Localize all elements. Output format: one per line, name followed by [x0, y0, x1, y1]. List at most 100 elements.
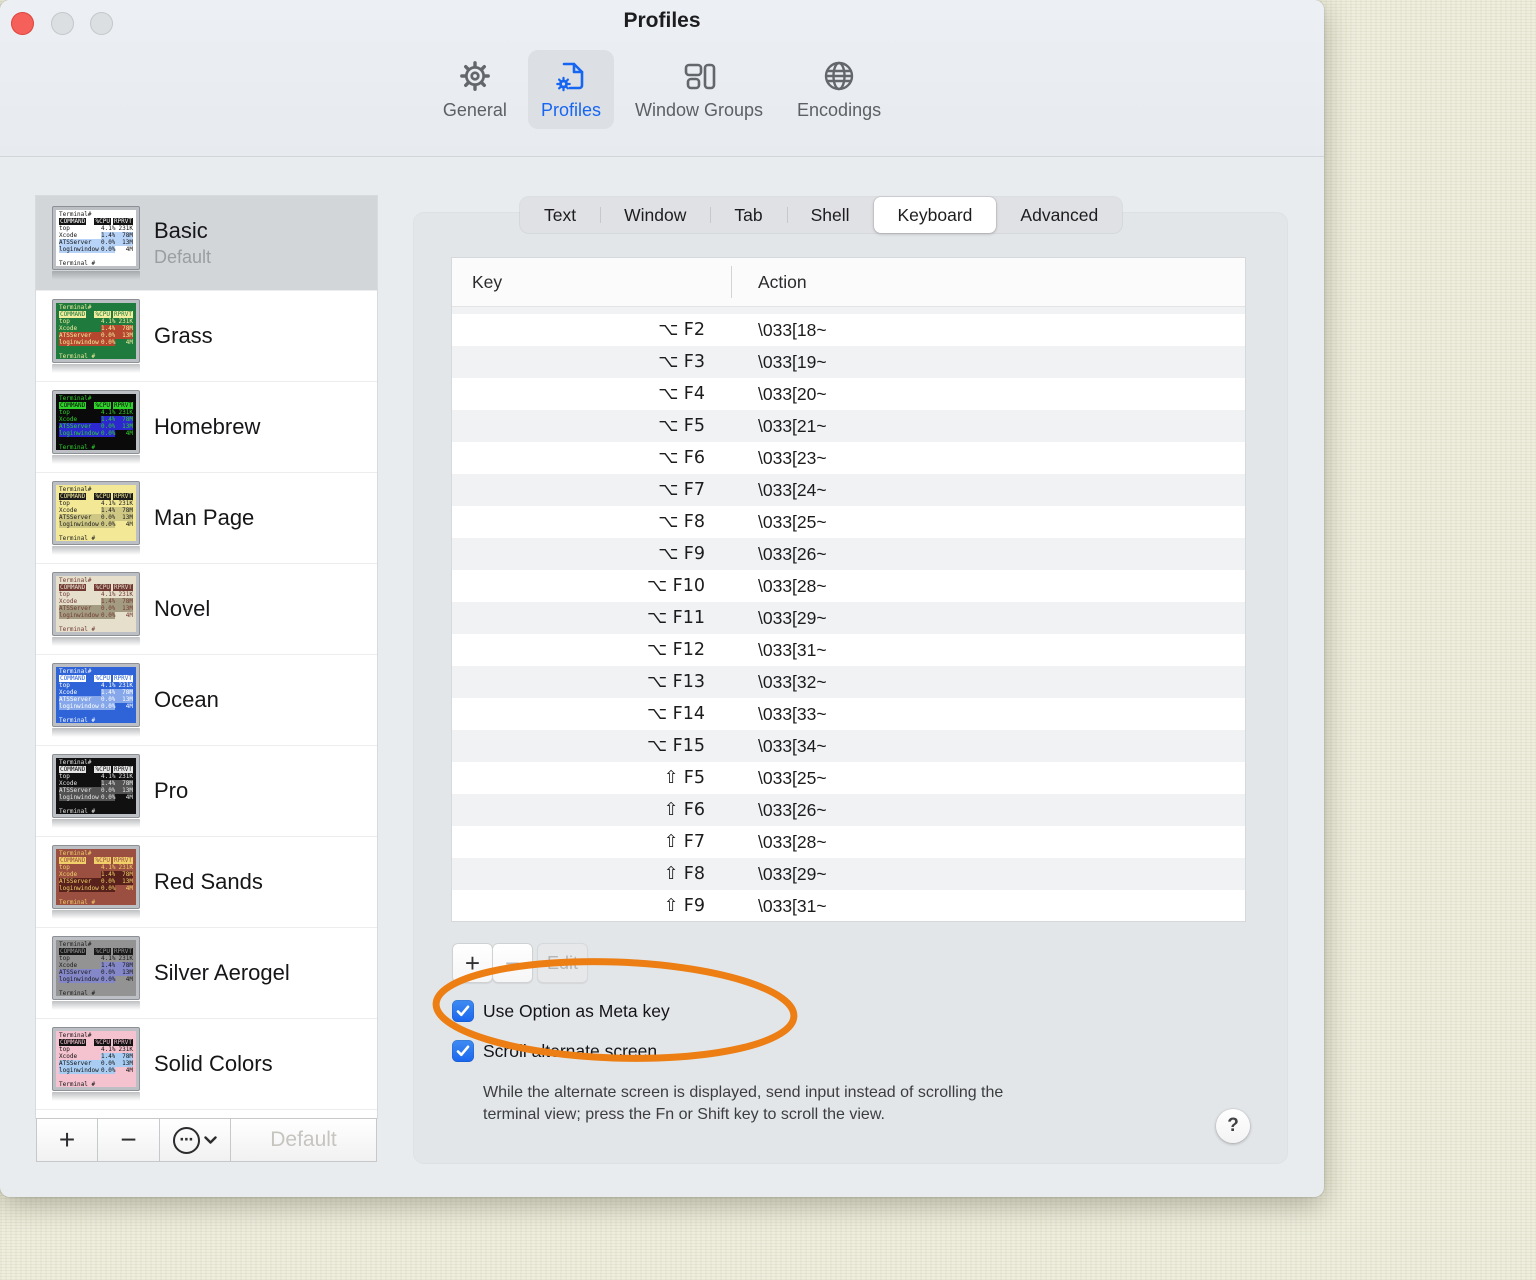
- remove-keybinding-button[interactable]: −: [492, 943, 533, 983]
- keybinding-row[interactable]: ⌥ F13 \033[32~: [452, 666, 1245, 698]
- keybindings-table[interactable]: Key Action ⌥ F2 \033[18~ ⌥ F3 \033[19~ ⌥…: [452, 258, 1245, 921]
- profile-list-item-pro[interactable]: Terminal# COMMAND %CPU RPRVT top 4.1% 231K Xcod…: [36, 746, 377, 837]
- action-cell: \033[26~: [758, 543, 827, 564]
- profile-list-item-ocean[interactable]: Terminal# COMMAND %CPU RPRVT top 4.1% 231K Xcod…: [36, 655, 377, 746]
- toolbar-item-encodings[interactable]: Encodings: [784, 50, 894, 129]
- key-cell: ⌥ F13: [646, 672, 705, 692]
- tab-tab[interactable]: Tab: [710, 197, 786, 233]
- profile-list-item-man-page[interactable]: Terminal# COMMAND %CPU RPRVT top 4.1% 231K Xcod…: [36, 473, 377, 564]
- toolbar-item-window-groups[interactable]: Window Groups: [622, 50, 776, 129]
- window-title: Profiles: [623, 9, 701, 32]
- action-cell: \033[31~: [758, 639, 827, 660]
- keybinding-row[interactable]: ⌥ F7 \033[24~: [452, 474, 1245, 506]
- keyboard-tab-pane: Key Action ⌥ F2 \033[18~ ⌥ F3 \033[19~ ⌥…: [414, 213, 1287, 1163]
- keybinding-row[interactable]: ⌥ F2 \033[18~: [452, 314, 1245, 346]
- keybinding-row[interactable]: ⌥ F8 \033[25~: [452, 506, 1245, 538]
- key-cell: ⌥ F12: [646, 640, 705, 660]
- action-cell: \033[18~: [758, 319, 827, 340]
- keybinding-rows: ⌥ F2 \033[18~ ⌥ F3 \033[19~ ⌥ F4 \033[20…: [452, 314, 1245, 921]
- tab-text[interactable]: Text: [520, 197, 600, 233]
- checkbox-checked-icon[interactable]: [452, 1040, 474, 1062]
- keybinding-row[interactable]: ⌥ F10 \033[28~: [452, 570, 1245, 602]
- gear-icon: [456, 57, 494, 95]
- alternate-screen-help-text: While the alternate screen is displayed,…: [483, 1084, 1004, 1123]
- terminal-preview: Terminal# COMMAND %CPU RPRVT top 4.1% 231K Xcod…: [56, 849, 136, 905]
- key-cell: ⌥ F10: [646, 576, 705, 596]
- profile-name: Ocean: [154, 687, 219, 712]
- key-cell: ⌥ F9: [658, 544, 705, 564]
- keybinding-row[interactable]: ⌥ F5 \033[21~: [452, 410, 1245, 442]
- profile-list[interactable]: Terminal# COMMAND %CPU RPRVT top 4.1% 231K Xcod…: [36, 196, 377, 1118]
- action-cell: \033[29~: [758, 607, 827, 628]
- profile-thumbnail: Terminal# COMMAND %CPU RPRVT top 4.1% 231K Xcod…: [52, 572, 140, 636]
- add-profile-button[interactable]: +: [37, 1119, 98, 1161]
- keybinding-row[interactable]: ⌥ F15 \033[34~: [452, 730, 1245, 762]
- profile-thumbnail: Terminal# COMMAND %CPU RPRVT top 4.1% 231K Xcod…: [52, 936, 140, 1000]
- tab-keyboard[interactable]: Keyboard: [873, 197, 997, 233]
- key-cell: ⌥ F5: [658, 416, 705, 436]
- edit-keybinding-button[interactable]: Edit: [537, 943, 588, 983]
- profile-list-item-solid-colors[interactable]: Terminal# COMMAND %CPU RPRVT top 4.1% 231K Xcod…: [36, 1019, 377, 1110]
- toolbar-label: Encodings: [797, 100, 882, 120]
- keybinding-row[interactable]: ⇧ F6 \033[26~: [452, 794, 1245, 826]
- key-cell: ⇧ F5: [663, 768, 705, 788]
- key-cell: ⌥ F7: [658, 480, 705, 500]
- partially-scrolled-row: [452, 307, 1245, 314]
- remove-profile-button[interactable]: −: [98, 1119, 160, 1161]
- profile-thumbnail: Terminal# COMMAND %CPU RPRVT top 4.1% 231K Xcod…: [52, 390, 140, 454]
- column-divider: [731, 266, 732, 298]
- keybinding-row[interactable]: ⇧ F9 \033[31~: [452, 890, 1245, 921]
- profile-list-item-red-sands[interactable]: Terminal# COMMAND %CPU RPRVT top 4.1% 231K Xcod…: [36, 837, 377, 928]
- key-cell: ⌥ F14: [646, 704, 705, 724]
- thumbnail-reflection: [52, 1092, 140, 1101]
- keybinding-row[interactable]: ⌥ F14 \033[33~: [452, 698, 1245, 730]
- table-header: Key Action: [452, 258, 1245, 307]
- profile-list-item-grass[interactable]: Terminal# COMMAND %CPU RPRVT top 4.1% 231K Xcod…: [36, 291, 377, 382]
- document-gear-icon: [552, 57, 590, 95]
- set-default-button[interactable]: Default: [231, 1119, 376, 1161]
- thumbnail-reflection: [52, 546, 140, 555]
- profile-actions-menu-button[interactable]: ⋯: [160, 1119, 231, 1161]
- key-cell: ⇧ F8: [663, 864, 705, 884]
- terminal-preview: Terminal# COMMAND %CPU RPRVT top 4.1% 231K Xcod…: [56, 1031, 136, 1087]
- action-cell: \033[20~: [758, 383, 827, 404]
- key-column-header: Key: [472, 271, 503, 292]
- profile-name: Solid Colors: [154, 1051, 273, 1076]
- add-keybinding-button[interactable]: +: [452, 943, 493, 983]
- profile-list-item-homebrew[interactable]: Terminal# COMMAND %CPU RPRVT top 4.1% 231K Xcod…: [36, 382, 377, 473]
- profile-list-item-novel[interactable]: Terminal# COMMAND %CPU RPRVT top 4.1% 231K Xcod…: [36, 564, 377, 655]
- profile-name: Grass: [154, 323, 213, 348]
- terminal-preview: Terminal# COMMAND %CPU RPRVT top 4.1% 231K Xcod…: [56, 940, 136, 996]
- keybinding-row[interactable]: ⇧ F5 \033[25~: [452, 762, 1245, 794]
- tab-window[interactable]: Window: [600, 197, 710, 233]
- keybinding-row[interactable]: ⌥ F3 \033[19~: [452, 346, 1245, 378]
- scroll-alternate-screen-checkbox-row[interactable]: Scroll alternate screen: [452, 1039, 657, 1063]
- tab-advanced[interactable]: Advanced: [996, 197, 1122, 233]
- keybinding-row[interactable]: ⇧ F8 \033[29~: [452, 858, 1245, 890]
- toolbar-item-general[interactable]: General: [430, 50, 520, 129]
- keybinding-row[interactable]: ⌥ F12 \033[31~: [452, 634, 1245, 666]
- profile-list-item-basic[interactable]: Terminal# COMMAND %CPU RPRVT top 4.1% 231K Xcod…: [36, 196, 377, 291]
- checkbox-checked-icon[interactable]: [452, 1000, 474, 1022]
- action-column-header: Action: [758, 271, 807, 292]
- keybinding-row[interactable]: ⌥ F6 \033[23~: [452, 442, 1245, 474]
- profile-name: Silver Aerogel: [154, 960, 290, 985]
- profile-list-item-silver-aerogel[interactable]: Terminal# COMMAND %CPU RPRVT top 4.1% 231K Xcod…: [36, 928, 377, 1019]
- terminal-preview: Terminal# COMMAND %CPU RPRVT top 4.1% 231K Xcod…: [56, 210, 136, 266]
- terminal-preview: Terminal# COMMAND %CPU RPRVT top 4.1% 231K Xcod…: [56, 394, 136, 450]
- key-cell: ⌥ F6: [658, 448, 705, 468]
- thumbnail-reflection: [52, 271, 140, 280]
- terminal-preview: Terminal# COMMAND %CPU RPRVT top 4.1% 231K Xcod…: [56, 485, 136, 541]
- keybinding-row[interactable]: ⇧ F7 \033[28~: [452, 826, 1245, 858]
- keybinding-row[interactable]: ⌥ F4 \033[20~: [452, 378, 1245, 410]
- help-button[interactable]: ?: [1216, 1109, 1250, 1143]
- tab-shell[interactable]: Shell: [786, 197, 874, 233]
- terminal-preview: Terminal# COMMAND %CPU RPRVT top 4.1% 231K Xcod…: [56, 667, 136, 723]
- toolbar-item-profiles[interactable]: Profiles: [527, 50, 614, 129]
- profile-name: Novel: [154, 596, 211, 621]
- keybinding-row[interactable]: ⌥ F9 \033[26~: [452, 538, 1245, 570]
- checkbox-label: Scroll alternate screen: [483, 1040, 658, 1061]
- keybinding-row[interactable]: ⌥ F11 \033[29~: [452, 602, 1245, 634]
- key-cell: ⌥ F2: [658, 320, 705, 340]
- use-option-as-meta-checkbox-row[interactable]: Use Option as Meta key: [452, 999, 670, 1023]
